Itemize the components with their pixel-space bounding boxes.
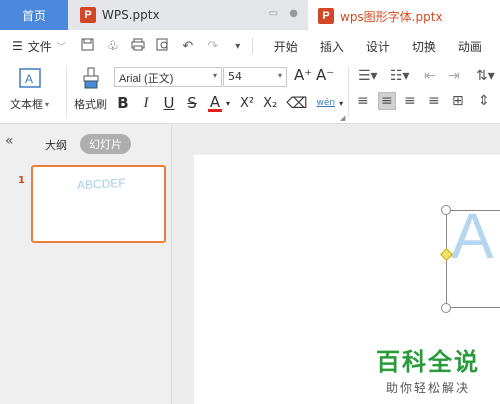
phonetic-button[interactable]: wén (316, 98, 335, 108)
font-name-select[interactable]: Arial (正文) ▾ (114, 67, 222, 87)
chevron-down-icon: ▾ (212, 71, 217, 80)
ribbon-toolbar: A 文本框 ▾ 格式刷 Arial (正文) ▾ 54 ▾ A⁺ A⁻ B I … (0, 62, 500, 124)
chevron-down-icon: ▾ (45, 99, 50, 109)
watermark-subtitle: 助你轻松解决 (385, 381, 470, 395)
format-row: B I U S A ▾ X² X₂ ⌫ wén ▾ (116, 94, 344, 112)
underline-button[interactable]: U (162, 94, 176, 112)
customize-icon[interactable]: ▾ (230, 41, 246, 52)
save-icon[interactable] (80, 38, 96, 55)
font-name-value: Arial (正文) (119, 73, 174, 85)
number-list-icon[interactable]: ☷▾ (390, 68, 410, 84)
resize-handle[interactable] (441, 205, 451, 215)
brush-icon (79, 66, 103, 90)
distribute-icon[interactable]: ⊞ (452, 93, 464, 109)
tab-doc-wps-label: WPS.pptx (102, 8, 160, 22)
separator (66, 66, 67, 118)
superscript-button[interactable]: X² (240, 96, 254, 111)
bullet-list-icon[interactable]: ☰▾ (358, 68, 378, 84)
tab-bar: 首页 P WPS.pptx ▭ ● P wps图形字体.pptx (0, 0, 500, 30)
textbox-icon: A (18, 66, 42, 90)
print-icon[interactable] (130, 38, 146, 55)
font-size-select[interactable]: 54 ▾ (223, 67, 287, 87)
chevron-down-icon[interactable]: ▾ (338, 99, 344, 108)
file-menu-label: 文件 (27, 39, 52, 54)
slide-text[interactable]: A (451, 199, 494, 273)
text-direction-icon[interactable]: ⇅▾ (476, 68, 495, 84)
slide-thumbnail[interactable]: ABCDEF (31, 165, 166, 243)
thumbnail-text: ABCDEF (76, 175, 127, 193)
bold-button[interactable]: B (116, 94, 130, 112)
format-painter-button[interactable]: 格式刷 (74, 66, 107, 112)
tab-doc-font[interactable]: P wps图形字体.pptx (308, 0, 500, 30)
tab-animation[interactable]: 动画 (447, 38, 493, 55)
svg-text:A: A (25, 72, 33, 86)
font-size-value: 54 (228, 70, 242, 83)
tab-insert[interactable]: 插入 (309, 38, 355, 55)
textbox-label: 文本框 (10, 98, 43, 111)
strikethrough-button[interactable]: S (185, 94, 199, 112)
tab-transition[interactable]: 切换 (401, 38, 447, 55)
dot-icon[interactable]: ● (289, 8, 298, 19)
ribbon-tabs: 开始 插入 设计 切换 动画 (263, 38, 493, 55)
watermark-title: 百科全说 (376, 348, 480, 376)
tab-doc-font-label: wps图形字体.pptx (340, 9, 443, 24)
resize-handle[interactable] (441, 303, 451, 313)
align-right-icon[interactable]: ≡ (404, 93, 416, 109)
shrink-font-button[interactable]: A⁻ (316, 66, 334, 84)
textbox-button[interactable]: A 文本框 ▾ (10, 66, 49, 112)
increase-indent-icon[interactable]: ⇥ (448, 68, 460, 84)
align-left-icon[interactable]: ≡ (357, 93, 369, 109)
grow-font-button[interactable]: A⁺ (294, 66, 312, 84)
undo-icon[interactable]: ↶ (180, 39, 196, 54)
tab-home[interactable]: 首页 (0, 0, 68, 30)
font-dialog-launcher-icon[interactable]: ◢ (340, 114, 345, 122)
monitor-icon[interactable]: ▭ (269, 8, 278, 19)
subscript-button[interactable]: X₂ (263, 96, 277, 111)
ppt-icon: P (318, 8, 334, 24)
chevron-down-icon: ﹀ (56, 42, 66, 53)
ppt-icon: P (80, 7, 96, 23)
tab-doc-wps[interactable]: P WPS.pptx ▭ ● (70, 0, 306, 30)
redo-icon[interactable]: ↷ (205, 39, 221, 54)
hamburger-icon: ☰ (12, 39, 23, 53)
watermark: 百科全说 助你轻松解决 (376, 342, 480, 396)
tab-outline[interactable]: 大纲 (45, 137, 67, 153)
decrease-indent-icon[interactable]: ⇤ (424, 68, 436, 84)
format-painter-label: 格式刷 (74, 98, 107, 111)
slide-number: 1 (18, 175, 25, 186)
line-spacing-icon[interactable]: ⇕ (478, 93, 490, 109)
file-menu[interactable]: ☰ 文件 ﹀ (0, 38, 66, 55)
tab-doc-wps-controls: ▭ ● (269, 8, 298, 19)
font-color-button[interactable]: A (208, 94, 222, 112)
chevron-down-icon[interactable]: ▾ (225, 99, 231, 108)
print-preview-icon[interactable] (155, 38, 171, 55)
cloud-icon[interactable]: ♧ (105, 39, 121, 54)
collapse-panel-icon[interactable]: « (5, 133, 14, 149)
justify-icon[interactable]: ≡ (428, 93, 440, 109)
quick-access: ♧ ↶ ↷ ▾ (80, 38, 246, 55)
slide-panel: « 大纲 幻灯片 1 ABCDEF (0, 125, 172, 404)
separator (348, 66, 349, 118)
tab-design[interactable]: 设计 (355, 38, 401, 55)
tab-start[interactable]: 开始 (263, 38, 309, 55)
menu-bar: ☰ 文件 ﹀ ♧ ↶ ↷ ▾ 开始 插入 设计 切换 动画 (0, 30, 500, 62)
eraser-icon[interactable]: ⌫ (286, 94, 307, 112)
separator (251, 38, 253, 54)
tab-slides[interactable]: 幻灯片 (80, 134, 131, 154)
align-center-icon[interactable]: ≡ (378, 92, 396, 110)
italic-button[interactable]: I (139, 95, 153, 112)
chevron-down-icon: ▾ (277, 71, 282, 80)
